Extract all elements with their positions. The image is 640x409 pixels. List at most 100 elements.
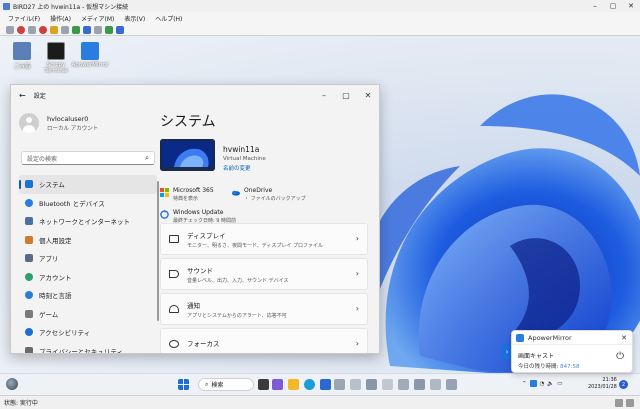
- card-notifications[interactable]: 通知 アプリとシステムからのアラート、応答不可 ›: [160, 293, 368, 325]
- host-status-bar: 状態: 実行中: [0, 395, 640, 409]
- edge-icon[interactable]: [304, 379, 315, 390]
- desktop-icon-apowermirror[interactable]: ApowerMirror: [72, 42, 108, 68]
- apower-close-button[interactable]: ✕: [621, 334, 627, 342]
- nav-item-gaming[interactable]: ゲーム: [19, 305, 157, 324]
- nav-item-accessibility[interactable]: アクセシビリティ: [19, 323, 157, 342]
- card-focus[interactable]: フォーカス ›: [160, 328, 368, 353]
- nav-label: システム: [39, 181, 65, 190]
- menu-help[interactable]: ヘルプ(H): [155, 14, 182, 23]
- terminal-icon: [47, 42, 65, 60]
- settings-title-bar: ← 設定 – ▢ ✕: [11, 85, 379, 105]
- desktop-icon-label: ApowerMirror: [71, 62, 109, 68]
- remaining-value: 847:58: [560, 364, 580, 370]
- quick-microsoft365[interactable]: Microsoft 365 特典を表示: [160, 187, 214, 202]
- menu-media[interactable]: メディア(M): [81, 14, 114, 23]
- microsoft-icon: [160, 188, 169, 197]
- apowermirror-popup: ApowerMirror ✕ 画面キャスト 今日の残り時間: 847:58 ⏻: [511, 330, 633, 373]
- rename-link[interactable]: 名前の変更: [223, 164, 251, 172]
- nav-item-system[interactable]: システム: [19, 175, 157, 194]
- nav-item-network[interactable]: ネットワークとインターネット: [19, 212, 157, 231]
- settings-search-input[interactable]: 設定の検索 ⌕: [21, 151, 155, 165]
- nav-item-privacy[interactable]: プライバシーとセキュリティ: [19, 342, 157, 353]
- revert-icon[interactable]: [94, 25, 102, 34]
- taskbar-app-1-icon[interactable]: [334, 379, 345, 390]
- taskbar-app-5-icon[interactable]: [398, 379, 409, 390]
- notification-badge[interactable]: 2: [619, 380, 628, 389]
- nav-item-personalization[interactable]: 個人用設定: [19, 231, 157, 250]
- nav-label: 個人用設定: [39, 236, 72, 245]
- task-view-icon[interactable]: [258, 379, 269, 390]
- volume-icon[interactable]: 🔈: [547, 381, 554, 387]
- battery-icon[interactable]: ▭: [557, 381, 562, 387]
- host-title-bar: BIRD27 上の hvwin11a - 仮想マシン接続 – ▢ ✕: [0, 0, 640, 12]
- nav-item-bluetooth[interactable]: Bluetooth とデバイス: [19, 194, 157, 213]
- card-desc: 音量レベル、出力、入力、サウンド デバイス: [187, 277, 289, 284]
- maximize-button[interactable]: ▢: [604, 2, 622, 10]
- user-name: hvlocaluser0: [47, 114, 89, 123]
- host-toolbar: [0, 24, 640, 36]
- taskbar-app-7-icon[interactable]: [430, 379, 441, 390]
- save-state-icon[interactable]: [50, 25, 58, 34]
- network-icon: [25, 217, 33, 226]
- taskbar-search[interactable]: ⌕ 検索: [198, 378, 254, 391]
- gamepad-icon: [25, 309, 33, 318]
- wifi-icon[interactable]: ◔: [540, 381, 545, 387]
- desktop-icon-scrcpy[interactable]: Scrcpy Terminal: [38, 42, 74, 74]
- device-type: Virtual Machine: [223, 156, 266, 162]
- focus-icon: [169, 340, 179, 348]
- bell-icon: [169, 305, 179, 313]
- settings-cards: ディスプレイ モニター、明るさ、夜間モード、ディスプレイ プロファイル › サウ…: [160, 223, 368, 353]
- menu-view[interactable]: 表示(V): [124, 14, 145, 23]
- quick-windows-update[interactable]: Windows Update 最終チェック日時: 9 時間前: [160, 209, 236, 224]
- settings-minimize-button[interactable]: –: [313, 91, 335, 100]
- taskbar-app-4-icon[interactable]: [382, 379, 393, 390]
- start-vm-icon[interactable]: [17, 25, 25, 34]
- desktop-icon-recycle-bin[interactable]: ごみ箱: [4, 42, 40, 70]
- power-icon[interactable]: ⏻: [616, 351, 624, 362]
- back-arrow-icon[interactable]: ←: [19, 91, 26, 100]
- close-button[interactable]: ✕: [622, 2, 640, 10]
- nav-label: Bluetooth とデバイス: [39, 199, 105, 208]
- turn-off-icon[interactable]: [28, 25, 36, 34]
- chevron-right-icon: ›: [355, 234, 359, 243]
- enhanced-session-icon[interactable]: [105, 25, 113, 34]
- chat-icon[interactable]: [272, 379, 283, 390]
- taskbar-app-6-icon[interactable]: [414, 379, 425, 390]
- nav-item-apps[interactable]: アプリ: [19, 249, 157, 268]
- apower-tray-icon[interactable]: [529, 380, 537, 387]
- menu-action[interactable]: 操作(A): [50, 14, 71, 23]
- taskbar-app-2-icon[interactable]: [350, 379, 361, 390]
- card-display[interactable]: ディスプレイ モニター、明るさ、夜間モード、ディスプレイ プロファイル ›: [160, 223, 368, 255]
- card-sound[interactable]: サウンド 音量レベル、出力、入力、サウンド デバイス ›: [160, 258, 368, 290]
- settings-window-controls: – ▢ ✕: [313, 91, 379, 100]
- file-explorer-icon[interactable]: [288, 379, 299, 390]
- nav-item-accounts[interactable]: アカウント: [19, 268, 157, 287]
- nav-scrollbar[interactable]: [157, 181, 159, 321]
- settings-close-button[interactable]: ✕: [357, 91, 379, 100]
- store-icon[interactable]: [320, 379, 331, 390]
- search-icon: ⌕: [205, 380, 209, 388]
- reset-icon[interactable]: [72, 25, 80, 34]
- minimize-button[interactable]: –: [586, 2, 604, 10]
- accessibility-icon: [25, 328, 33, 337]
- shutdown-icon[interactable]: [39, 25, 47, 34]
- taskbar-app-3-icon[interactable]: [366, 379, 377, 390]
- card-title: フォーカス: [187, 340, 220, 348]
- pause-icon[interactable]: [61, 25, 69, 34]
- share-icon[interactable]: [116, 25, 124, 34]
- quick-onedrive[interactable]: OneDrive ・ ファイルのバックアップ: [231, 187, 306, 202]
- start-button[interactable]: [178, 379, 189, 390]
- taskbar-clock[interactable]: 21:36 2023/01/28: [588, 377, 617, 391]
- user-profile[interactable]: hvlocaluser0 ローカル アカウント: [19, 113, 98, 133]
- account-type: ローカル アカウント: [47, 125, 99, 132]
- ctrl-alt-del-icon[interactable]: [6, 25, 14, 34]
- nav-label: ネットワークとインターネット: [39, 218, 130, 227]
- checkpoint-icon[interactable]: [83, 25, 91, 34]
- taskbar-app-8-icon[interactable]: [446, 379, 457, 390]
- nav-item-time-language[interactable]: 時刻と言語: [19, 286, 157, 305]
- settings-maximize-button[interactable]: ▢: [335, 91, 357, 100]
- menu-file[interactable]: ファイル(F): [8, 14, 40, 23]
- weather-widget-icon[interactable]: [6, 378, 18, 390]
- nav-label: ゲーム: [39, 310, 59, 319]
- chevron-up-icon[interactable]: ⌃: [522, 381, 527, 387]
